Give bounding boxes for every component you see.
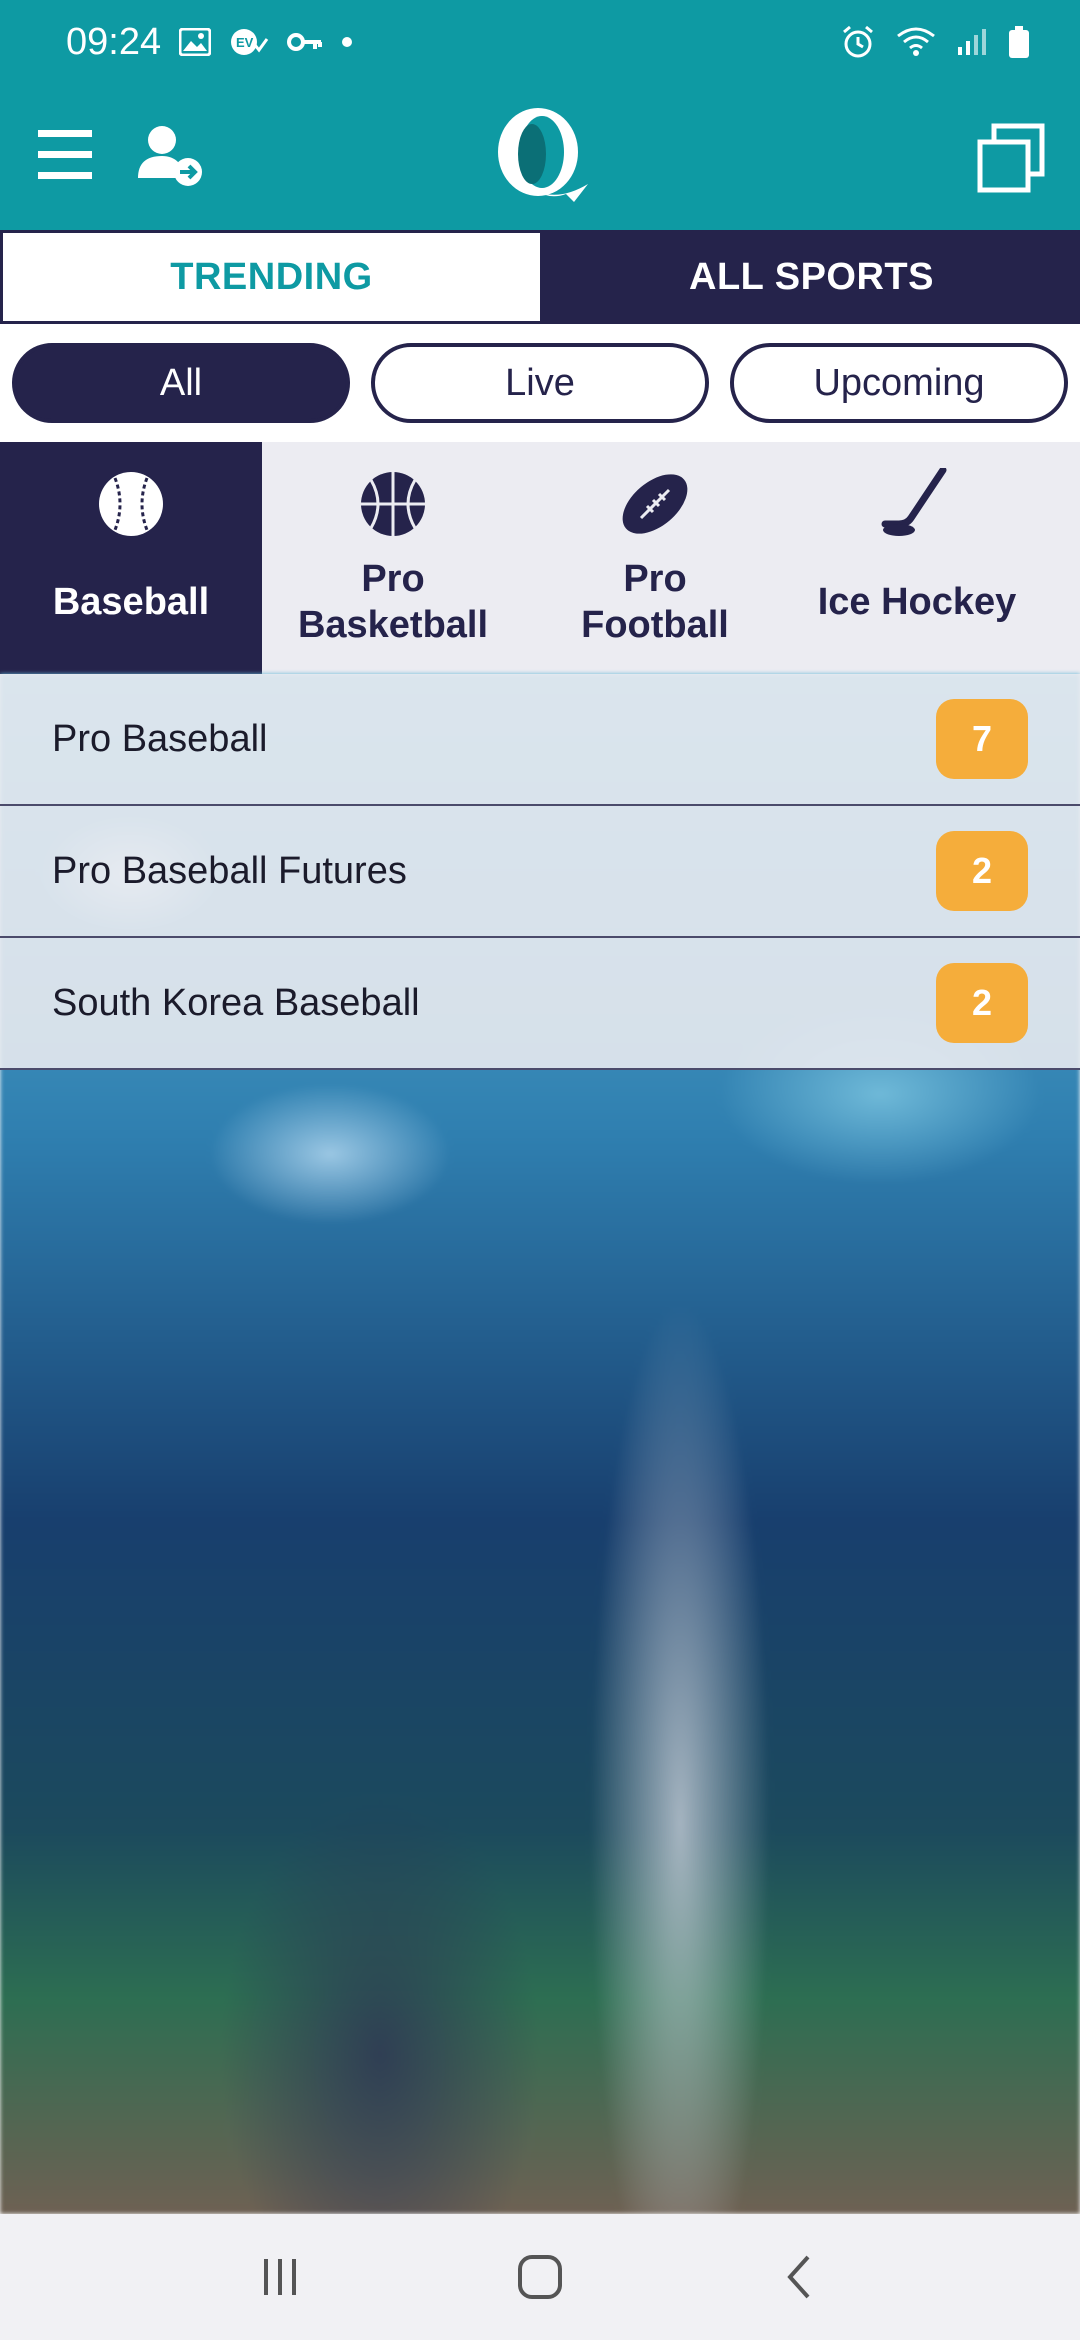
signal-icon [956, 27, 988, 57]
status-bar: 09:24 EV [0, 0, 1080, 84]
tab-all-sports[interactable]: ALL SPORTS [543, 230, 1080, 324]
system-nav-bar [0, 2214, 1080, 2340]
league-name: Pro Baseball Futures [52, 849, 407, 892]
tab-trending[interactable]: TRENDING [0, 230, 543, 324]
sport-item-pro-basketball[interactable]: Pro Basketball [262, 442, 524, 674]
key-icon [287, 31, 323, 53]
main-tabs: TRENDING ALL SPORTS [0, 230, 1080, 324]
event-count-badge: 2 [936, 831, 1028, 911]
event-count-badge: 7 [936, 699, 1028, 779]
hockey-stick-icon [881, 466, 953, 540]
window-switch-icon[interactable] [976, 122, 1048, 194]
home-icon[interactable] [500, 2237, 580, 2317]
wifi-icon [896, 26, 936, 58]
ev-check-icon: EV [229, 27, 269, 57]
sport-label: Pro Football [581, 558, 729, 646]
filter-live-button[interactable]: Live [371, 343, 709, 423]
back-icon[interactable] [760, 2237, 840, 2317]
league-row-pro-baseball-futures[interactable]: Pro Baseball Futures 2 [0, 806, 1080, 938]
league-row-south-korea-baseball[interactable]: South Korea Baseball 2 [0, 938, 1080, 1070]
app-bar [0, 84, 1080, 230]
football-icon [619, 468, 691, 540]
status-time: 09:24 [66, 20, 162, 63]
filter-upcoming-button[interactable]: Upcoming [730, 343, 1068, 423]
sport-label: Baseball [52, 581, 210, 623]
league-list: Pro Baseball 7 Pro Baseball Futures 2 So… [0, 674, 1080, 1070]
hamburger-menu-icon[interactable] [34, 124, 96, 186]
filter-all-button[interactable]: All [12, 343, 350, 423]
user-login-icon[interactable] [136, 120, 208, 192]
basketball-icon [357, 468, 429, 540]
dot-icon [341, 36, 353, 48]
sport-selector: Baseball Pro Basketball Pro Football Ice H… [0, 442, 1080, 674]
svg-text:EV: EV [236, 35, 254, 50]
league-name: Pro Baseball [52, 717, 268, 760]
image-icon [179, 28, 212, 56]
battery-icon [1008, 25, 1030, 59]
sport-label: Pro Basketball [297, 558, 489, 646]
filter-bar: All Live Upcoming [0, 324, 1080, 442]
event-count-badge: 2 [936, 963, 1028, 1043]
sport-item-ice-hockey[interactable]: Ice Hockey [786, 442, 1048, 674]
q-logo [484, 102, 596, 214]
league-row-pro-baseball[interactable]: Pro Baseball 7 [0, 674, 1080, 806]
sport-label: Ice Hockey [817, 581, 1017, 623]
baseball-icon [95, 468, 167, 540]
recent-apps-icon[interactable] [240, 2237, 320, 2317]
sport-item-pro-football[interactable]: Pro Football [524, 442, 786, 674]
league-name: South Korea Baseball [52, 981, 420, 1024]
sport-item-baseball[interactable]: Baseball [0, 442, 262, 674]
alarm-icon [840, 24, 876, 60]
